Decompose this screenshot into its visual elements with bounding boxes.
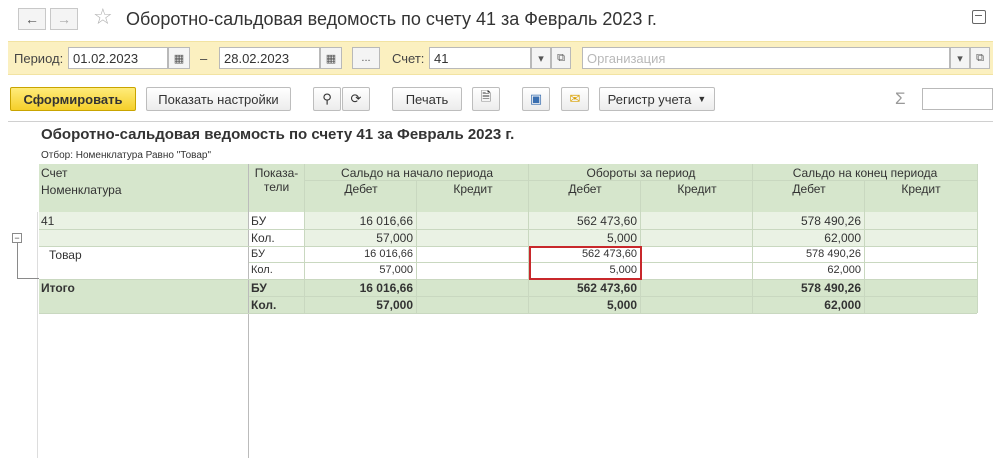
header-account: Счет — [41, 166, 68, 180]
search-icon: ⚲ — [322, 91, 332, 106]
filter-bar: Период: 01.02.2023 ▦ – 28.02.2023 ▦ ... … — [8, 41, 993, 75]
forward-button[interactable]: → — [50, 8, 78, 30]
turnover-debit-value: 5,000 — [606, 231, 637, 245]
total-closing-debit: 62,000 — [824, 298, 861, 312]
grouping-gutter — [8, 212, 38, 458]
save-icon[interactable] — [972, 10, 986, 24]
print-preview-icon: 🗎 — [480, 89, 492, 104]
opening-debit-value: 16 016,66 — [364, 248, 413, 260]
search-next-icon: ⟳ — [350, 91, 362, 106]
grid-line — [864, 181, 865, 313]
header-opening: Сальдо на начало периода — [340, 166, 494, 180]
chevron-down-icon: ▼ — [697, 94, 707, 104]
header-opening-debit: Дебет — [344, 182, 378, 196]
header-opening-credit: Кредит — [453, 182, 493, 196]
calendar-to-icon[interactable]: ▦ — [320, 47, 342, 69]
header-closing-debit: Дебет — [792, 182, 826, 196]
print-button[interactable]: Печать — [392, 87, 462, 111]
account-label: Счет: — [392, 51, 425, 66]
total-label: Итого — [41, 281, 75, 295]
favorite-star-icon[interactable]: ☆ — [93, 6, 113, 28]
sum-icon: Σ — [895, 89, 906, 108]
window-title: Оборотно-сальдовая ведомость по счету 41… — [126, 9, 657, 29]
register-label: Регистр учета — [607, 91, 692, 107]
header-turnover-debit: Дебет — [568, 182, 602, 196]
sum-field — [922, 88, 993, 110]
grid-line — [39, 229, 977, 230]
calendar-from-icon[interactable]: ▦ — [168, 47, 190, 69]
floppy-icon: ▣ — [529, 91, 543, 106]
opening-debit-value: 57,000 — [379, 264, 413, 276]
report-filter: Отбор: Номенклатура Равно "Товар" — [41, 150, 212, 161]
generate-button[interactable]: Сформировать — [10, 87, 136, 111]
header-indicators-2: тели — [263, 180, 290, 194]
row-indicator: БУ — [251, 281, 267, 295]
account-dropdown-icon[interactable]: ▾ — [531, 47, 551, 69]
report-area: Оборотно-сальдовая ведомость по счету 41… — [8, 121, 993, 458]
report-title: Оборотно-сальдовая ведомость по счету 41… — [41, 126, 515, 143]
show-settings-button[interactable]: Показать настройки — [146, 87, 291, 111]
organization-field[interactable]: Организация — [582, 47, 950, 69]
row-indicator: БУ — [251, 248, 265, 260]
preview-button[interactable]: 🗎 — [472, 87, 500, 111]
collapse-icon[interactable]: − — [12, 233, 22, 243]
header-closing: Сальдо на конец периода — [792, 166, 938, 180]
turnover-debit-value: 562 473,60 — [576, 214, 637, 228]
total-closing-debit: 578 490,26 — [800, 281, 861, 295]
closing-debit-value: 62,000 — [827, 264, 861, 276]
search-button[interactable]: ⚲ — [313, 87, 341, 111]
closing-debit-value: 62,000 — [824, 231, 861, 245]
organization-dropdown-icon[interactable]: ▾ — [950, 47, 970, 69]
save-button[interactable]: ▣ — [522, 87, 550, 111]
total-opening-debit: 57,000 — [376, 298, 413, 312]
row-indicator: Кол. — [251, 298, 277, 312]
grid-line — [39, 246, 977, 247]
header-indicators-1: Показа- — [254, 166, 299, 180]
account-field[interactable]: 41 — [429, 47, 531, 69]
grid-line — [249, 296, 977, 297]
total-turnover-debit: 5,000 — [606, 298, 637, 312]
period-dash: – — [200, 51, 208, 66]
period-select-button[interactable]: ... — [352, 47, 380, 69]
grid-line — [416, 181, 417, 313]
closing-debit-value: 578 490,26 — [800, 214, 861, 228]
period-label: Период: — [14, 51, 64, 66]
arrow-right-icon: → — [57, 11, 71, 27]
row-indicator: Кол. — [251, 231, 275, 245]
header-nomenclature: Номенклатура — [41, 183, 122, 197]
highlight-frame — [529, 246, 642, 280]
grid-line — [39, 313, 977, 314]
row-account-41: 41 — [41, 214, 55, 228]
header-closing-credit: Кредит — [901, 182, 941, 196]
organization-open-icon[interactable]: ⧉ — [970, 47, 990, 69]
header-turnover-credit: Кредит — [677, 182, 717, 196]
search-next-button[interactable]: ⟳ — [342, 87, 370, 111]
total-opening-debit: 16 016,66 — [359, 281, 413, 295]
date-to-field[interactable]: 28.02.2023 — [219, 47, 320, 69]
envelope-icon: ✉ — [569, 91, 581, 106]
closing-debit-value: 578 490,26 — [805, 248, 861, 260]
row-indicator: БУ — [251, 214, 267, 228]
header-turnover: Обороты за период — [586, 166, 696, 180]
date-from-field[interactable]: 01.02.2023 — [68, 47, 168, 69]
row-nomenclature-item: Товар — [49, 248, 82, 262]
arrow-left-icon: ← — [25, 11, 39, 27]
email-button[interactable]: ✉ — [561, 87, 589, 111]
title-bar: ← → ☆ Оборотно-сальдовая ведомость по сч… — [0, 0, 993, 38]
row-indicator: Кол. — [251, 264, 273, 276]
tree-line — [17, 243, 18, 278]
account-open-icon[interactable]: ⧉ — [551, 47, 571, 69]
back-button[interactable]: ← — [18, 8, 46, 30]
grid-line — [977, 164, 978, 313]
opening-debit-value: 57,000 — [376, 231, 413, 245]
total-turnover-debit: 562 473,60 — [576, 281, 637, 295]
register-menu-button[interactable]: Регистр учета ▼ — [599, 87, 715, 111]
grid-line — [305, 180, 977, 181]
grid-line — [248, 164, 249, 458]
opening-debit-value: 16 016,66 — [359, 214, 413, 228]
grid-line — [39, 279, 977, 280]
tree-line — [17, 278, 39, 279]
